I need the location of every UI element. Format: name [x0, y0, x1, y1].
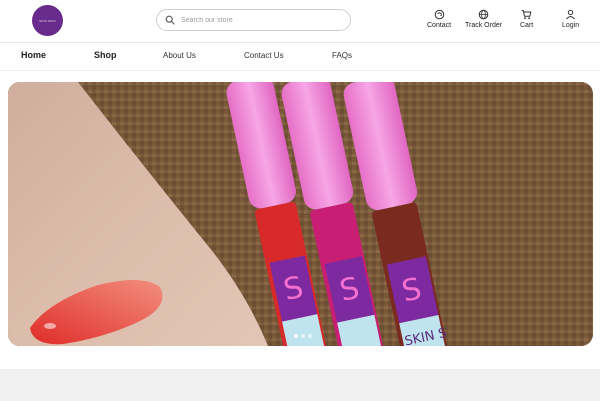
login-action[interactable]: Login	[562, 9, 579, 29]
globe-icon	[478, 9, 489, 20]
carousel-dot-3[interactable]	[308, 334, 312, 338]
search-input[interactable]	[181, 13, 341, 27]
carousel-dot-2[interactable]	[301, 334, 305, 338]
contact-action[interactable]: Contact	[427, 9, 451, 29]
carousel-dots	[294, 334, 312, 338]
contact-label: Contact	[427, 22, 452, 29]
nav-shop[interactable]: Shop	[94, 50, 117, 60]
nav-contact-us[interactable]: Contact Us	[244, 51, 284, 60]
search-icon	[165, 15, 175, 25]
cart-label: Cart	[520, 22, 534, 29]
brand-logo[interactable]: SKIN SKIN	[32, 5, 63, 36]
track-order-label: Track Order	[465, 22, 503, 29]
carousel-dot-1[interactable]	[294, 334, 298, 338]
logo-text: SKIN SKIN	[39, 18, 56, 23]
hero-banner[interactable]: S S S SKIN S	[8, 82, 593, 346]
search-bar[interactable]	[156, 9, 351, 31]
nav-faqs[interactable]: FAQs	[332, 51, 352, 60]
login-label: Login	[562, 22, 580, 29]
nav-about-us[interactable]: About Us	[163, 51, 196, 60]
site-header: SKIN SKIN Contact Track Order	[0, 0, 600, 43]
main-nav: Home Shop About Us Contact Us FAQs	[0, 43, 600, 71]
cart-icon	[521, 10, 532, 20]
user-icon	[566, 9, 575, 20]
nav-home[interactable]: Home	[21, 50, 46, 60]
contact-icon	[434, 9, 444, 20]
track-order-action[interactable]: Track Order	[465, 9, 502, 29]
hero-image: S S S SKIN S	[8, 82, 593, 346]
content-section-band	[0, 369, 600, 401]
cart-action[interactable]: Cart	[520, 9, 533, 29]
